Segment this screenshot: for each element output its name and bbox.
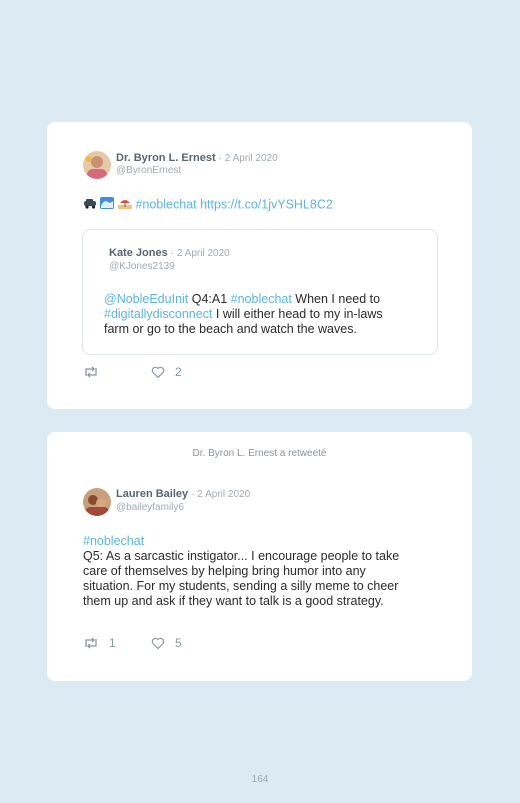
quoted-handle[interactable]: @KJones2139 [109,261,175,272]
hashtag-link[interactable]: #noblechat [83,534,144,548]
tweet-line: them up and ask if they want to talk is … [83,594,384,608]
tweet-date: · 2 April 2020 [191,489,251,500]
tweet-card: Dr. Byron L. Ernest a retweeté Lauren Ba… [47,432,472,681]
hashtag-link[interactable]: #noblechat [231,292,292,306]
tweet-line: care of themselves by helping bring humo… [83,564,366,578]
tweet-date: · 2 April 2020 [218,153,278,164]
author-name[interactable]: Dr. Byron L. Ernest · 2 April 2020 [116,152,278,164]
tweet-line: situation. For my students, sending a si… [83,579,399,593]
author-name[interactable]: Lauren Bailey · 2 April 2020 [116,488,250,500]
quoted-text-a: Q4:A1 [188,292,231,306]
retweet-button[interactable]: 1 [83,636,116,650]
quoted-tweet[interactable]: Kate Jones · 2 April 2020 @KJones2139 @N… [82,229,438,355]
hashtag-link[interactable]: #digitallydisconnect [104,307,212,321]
quoted-text-c: I will either head to my in-laws [212,307,383,321]
like-count: 2 [175,365,182,379]
heart-icon [151,366,165,378]
quoted-text-b: When I need to [291,292,381,306]
tweet-body: #noblechat https://t.co/1jvYSHL8C2 [83,197,333,213]
retweet-button[interactable] [83,365,99,379]
beach-emoji [117,197,132,213]
like-button[interactable]: 2 [151,365,182,379]
quoted-text-d: farm or go to the beach and watch the wa… [104,322,357,336]
retweet-icon [85,637,97,649]
quoted-date: · 2 April 2020 [170,248,230,259]
hashtag-link[interactable]: #noblechat [135,197,196,211]
like-button[interactable]: 5 [151,636,182,650]
quoted-author-name[interactable]: Kate Jones · 2 April 2020 [109,247,230,259]
heart-icon [151,637,165,649]
mention-link[interactable]: @NobleEduInit [104,292,188,306]
url-link[interactable]: https://t.co/1jvYSHL8C2 [200,197,333,211]
author-handle[interactable]: @ByronErnest [116,165,181,176]
avatar[interactable] [83,488,111,516]
tweet-card: Dr. Byron L. Ernest · 2 April 2020 @Byro… [47,122,472,409]
tweet-line: Q5: As a sarcastic instigator... I encou… [83,549,400,563]
page-number: 164 [251,774,269,785]
retweet-note: Dr. Byron L. Ernest a retweeté [192,448,327,459]
author-handle[interactable]: @baileyfamily6 [116,502,184,513]
wave-emoji [100,197,115,213]
like-count: 5 [175,636,182,650]
tweet-body: #noblechat Q5: As a sarcastic instigator… [83,534,443,609]
avatar[interactable] [83,151,111,179]
quoted-body: @NobleEduInit Q4:A1 #noblechat When I ne… [104,292,424,337]
retweet-icon [85,366,97,378]
retweet-count: 1 [109,636,116,650]
car-emoji [83,197,97,213]
